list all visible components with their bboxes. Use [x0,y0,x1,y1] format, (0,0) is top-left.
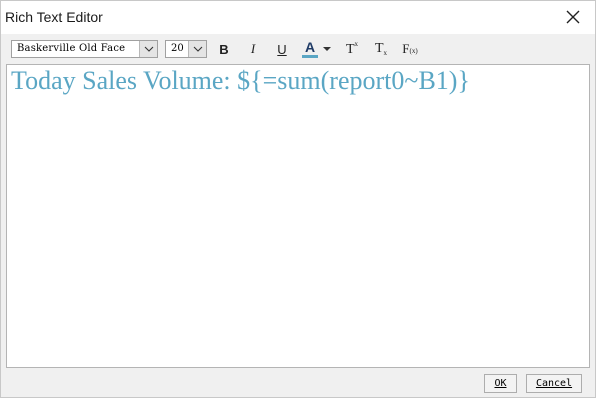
italic-button[interactable]: I [244,39,262,59]
editor-content[interactable]: Today Sales Volume: ${=sum(report0~B1)} [11,66,470,96]
bold-button[interactable]: B [215,39,233,59]
caret-down-icon[interactable] [323,47,331,51]
subscript-button[interactable]: Tx [372,39,390,59]
ok-button-label: OK [494,378,507,389]
formatting-toolbar: Baskerville Old Face 20 B I U A Tx Tx F(… [1,34,595,64]
chevron-down-icon [193,46,202,52]
font-size-value: 20 [171,43,184,54]
ok-button[interactable]: OK [484,374,517,393]
font-family-value: Baskerville Old Face [17,43,126,54]
rich-text-editor-dialog: Rich Text Editor Baskerville Old Face 20 [0,0,596,398]
formula-icon: F(x) [402,41,418,56]
font-color-button[interactable]: A [300,39,334,59]
rich-text-area[interactable]: Today Sales Volume: ${=sum(report0~B1)} [6,64,590,368]
close-icon [566,10,580,24]
font-size-select[interactable]: 20 [165,40,207,58]
font-family-dropdown-button[interactable] [139,41,157,57]
cancel-button[interactable]: Cancel [526,374,582,393]
bold-icon: B [219,41,229,57]
underline-icon: U [277,41,287,57]
font-color-icon: A [304,39,316,55]
font-color-swatch [302,55,318,58]
chevron-down-icon [144,46,153,52]
window-title: Rich Text Editor [5,9,103,25]
cancel-button-label: Cancel [535,378,573,389]
superscript-icon: Tx [345,40,359,57]
font-size-dropdown-button[interactable] [188,41,206,57]
underline-button[interactable]: U [273,39,291,59]
formula-button[interactable]: F(x) [400,39,420,59]
font-family-select[interactable]: Baskerville Old Face [11,40,158,58]
subscript-icon: Tx [374,41,388,57]
italic-icon: I [250,41,256,56]
superscript-button[interactable]: Tx [343,39,361,59]
close-button[interactable] [559,5,587,29]
title-bar: Rich Text Editor [1,1,595,34]
